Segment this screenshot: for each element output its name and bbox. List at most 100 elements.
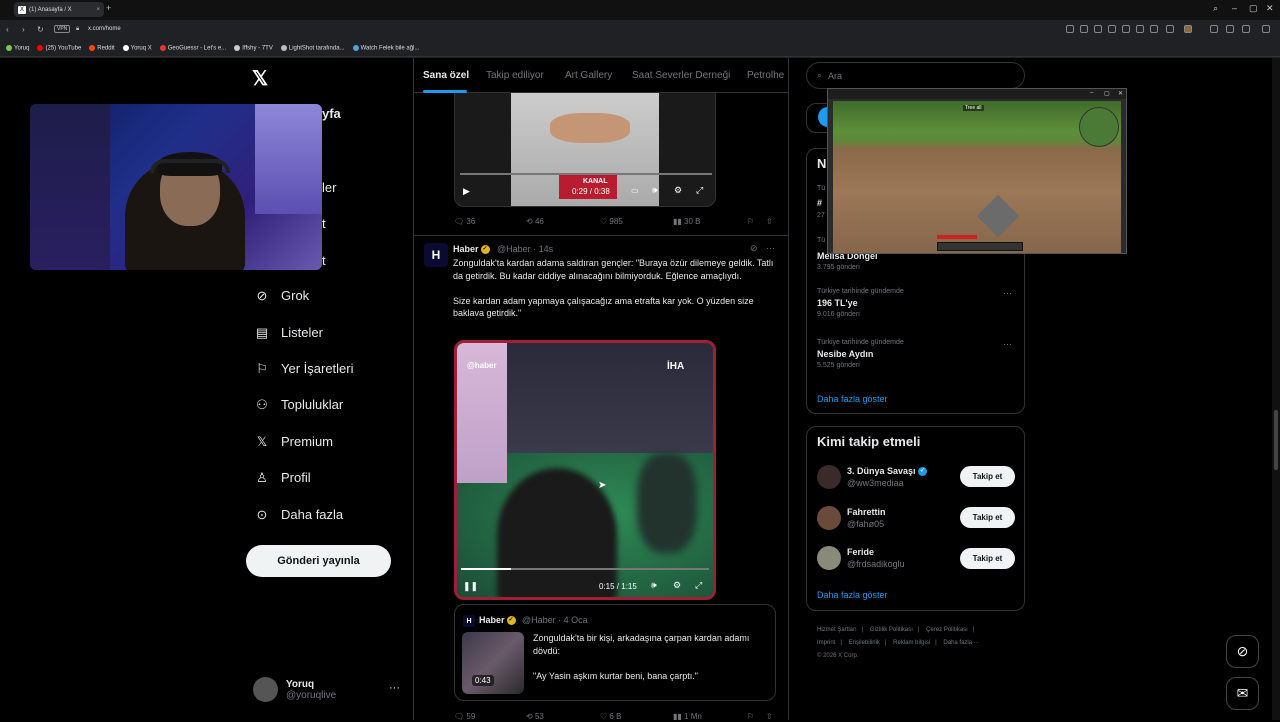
x-logo-icon[interactable]: 𝕏 [252,66,268,91]
avatar[interactable]: H [424,243,448,267]
footer-link[interactable]: Hizmet Şartları [817,627,857,633]
close-window-icon[interactable]: ✕ [1266,3,1274,14]
repost-button[interactable]: ⟲ 46 [526,217,544,226]
sidebar-item-more[interactable]: ⊙ Daha fazla [255,507,344,523]
video-player[interactable]: @haber İHA ❚❚ 0:15 / 1:15 🕪︎ ⚙ ⤢ [454,340,716,600]
share-icon[interactable]: ⇧ [766,217,773,226]
sidebar-item-grok[interactable]: ⊘ Grok [255,288,310,304]
like-button[interactable]: ♡ 6 B [600,712,621,721]
volume-icon[interactable]: 🕪︎ [651,580,657,591]
more-dots-icon[interactable]: ··· [766,243,775,253]
bookmark-item[interactable]: Reddit [89,44,115,51]
extension-icon[interactable] [1136,25,1144,33]
sidebar-item-premium[interactable]: 𝕏 Premium [255,434,333,450]
bookmark-icon[interactable]: ⚐ [747,217,754,226]
messages-fab-icon[interactable]: ✉ [1226,677,1259,710]
extension-icon[interactable] [1066,25,1074,33]
fullscreen-icon[interactable]: ⤢ [695,580,702,591]
minimize-icon[interactable]: – [1090,90,1093,96]
extension-icon[interactable] [1150,25,1158,33]
maximize-icon[interactable]: ▢ [1104,90,1110,97]
captions-icon[interactable]: ▭ [631,186,639,195]
views-button[interactable]: ▮▮ 1 Mn [673,712,702,721]
game-capture-window[interactable]: – ▢ ✕ Tree all [827,88,1127,254]
tab-saat-severler[interactable]: Saat Severler Derneği [632,70,730,81]
settings-icon[interactable] [1242,25,1250,33]
reload-icon[interactable]: ↻ [37,25,44,34]
maximize-icon[interactable]: ▢ [1249,3,1258,14]
scrollbar-thumb[interactable] [1274,410,1278,470]
follow-button[interactable]: Takip et [960,548,1015,569]
tab-petrolhead[interactable]: Petrolhe [747,70,784,81]
pause-icon[interactable]: ❚❚ [463,581,478,592]
tab-art-gallery[interactable]: Art Gallery [565,70,612,81]
video-player[interactable]: KANAL ▶ 0:29 / 0:38 ▭ 🕪︎ ⚙ ⤢ [454,93,716,207]
follow-button[interactable]: Takip et [960,507,1015,528]
tab-following[interactable]: Takip ediliyor [486,70,544,81]
grok-fab-icon[interactable]: ⊘ [1226,635,1259,668]
play-icon[interactable]: ▶ [463,186,470,197]
show-more-link[interactable]: Daha fazla göster [817,394,888,404]
follow-suggestion[interactable]: Fahrettin @fahø05 [817,506,886,530]
views-button[interactable]: ▮▮ 30 B [673,217,701,226]
account-switcher[interactable]: Yoruq @yoruqlive [253,677,336,702]
more-dots-icon[interactable]: ··· [389,682,400,694]
back-icon[interactable]: ‹ [6,25,9,34]
bookmark-item[interactable]: Yoruq [6,44,29,51]
trend-item[interactable]: Türkiye tarihinde gündemde 196 TL'ye 9.0… [817,288,904,318]
new-tab-icon[interactable]: + [106,3,111,13]
sidebar-item-profile[interactable]: ♙ Profil [255,470,310,486]
quoted-post[interactable]: H Haber ✓ @Haber · 4 Oca 0:43 Zonguldak't… [454,604,776,701]
settings-icon[interactable]: ⚙ [674,185,682,196]
play-icon[interactable] [1226,25,1234,33]
trend-item[interactable]: Türkiye tarihinde gündemde Nesibe Aydın … [817,339,904,369]
reply-button[interactable]: 🗨︎ 36 [454,217,475,226]
like-button[interactable]: ♡ 985 [600,217,623,226]
footer-link[interactable]: Gizlilik Politikası [870,627,913,633]
footer-link[interactable]: Reklam bilgisi [893,640,930,646]
author-name[interactable]: Haber ✓ [453,244,490,255]
close-tab-icon[interactable]: × [96,7,100,13]
url-input[interactable]: x.com/home [88,26,121,32]
footer-link[interactable]: Çerez Politikası [926,627,968,633]
fullscreen-icon[interactable]: ⤢ [696,185,703,196]
scrollbar[interactable] [1272,58,1280,720]
forward-icon[interactable]: › [22,25,25,34]
close-icon[interactable]: ✕ [1118,90,1123,97]
download-icon[interactable] [1166,25,1174,33]
reply-button[interactable]: 🗨︎ 59 [454,712,475,721]
extension-icon[interactable] [1080,25,1088,33]
minimize-icon[interactable]: – [1232,3,1237,13]
footer-link[interactable]: Imprint [817,640,835,646]
browser-tab[interactable]: X (1) Anasayfa / X × [14,2,104,17]
post-button[interactable]: Gönderi yayınla [246,545,391,577]
bookmark-item[interactable]: GeoGuessr - Let's e... [159,44,226,51]
follow-button[interactable]: Takip et [960,466,1015,487]
search-input[interactable]: ⌕ Ara [806,62,1025,89]
extension-icon[interactable] [1094,25,1102,33]
settings-icon[interactable]: ⚙ [673,580,681,591]
grok-icon[interactable]: ⊘ [750,243,758,254]
bookmark-item[interactable]: (25) YouTube [37,44,81,51]
repost-button[interactable]: ⟲ 53 [526,712,544,721]
more-dots-icon[interactable]: ··· [1003,339,1012,349]
profile-avatar-icon[interactable] [1184,25,1192,33]
bookmark-item[interactable]: Iffshy - 7TV [234,44,273,51]
extension-icon[interactable] [1122,25,1130,33]
extension-icon[interactable] [1108,25,1116,33]
sidebar-item-communities[interactable]: ⚇ Topluluklar [255,397,343,413]
show-more-link[interactable]: Daha fazla göster [817,590,888,600]
tab-for-you[interactable]: Sana özel [423,70,469,81]
bookmark-icon[interactable]: ⚐ [747,712,754,721]
video-progress[interactable] [460,173,712,175]
bookmark-item[interactable]: Yoruq X [122,44,152,51]
extension-icon[interactable] [1210,25,1218,33]
follow-suggestion[interactable]: 3. Dünya Savaşı ✓ @ww3mediaa [817,465,928,489]
more-dots-icon[interactable]: ··· [1003,288,1012,298]
footer-link[interactable]: Daha fazla ··· [943,640,979,646]
ai-icon[interactable] [1262,25,1270,33]
volume-icon[interactable]: 🕪︎ [652,185,658,196]
follow-suggestion[interactable]: Feride @frdsadikoglu [817,546,905,570]
share-icon[interactable]: ⇧ [766,712,773,721]
footer-link[interactable]: Erişilebilirlik [849,640,880,646]
